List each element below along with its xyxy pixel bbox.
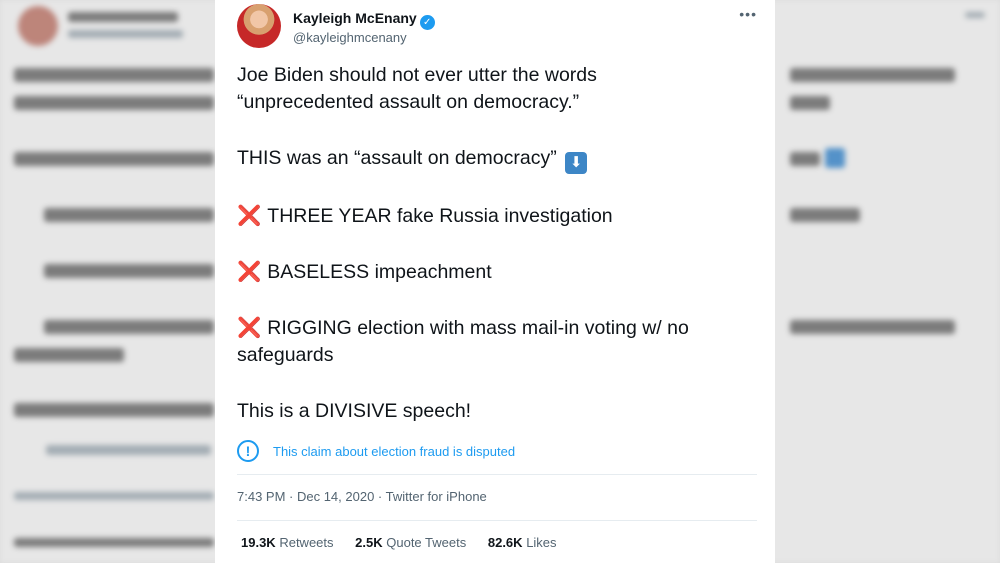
verified-badge-icon: ✓	[419, 15, 435, 30]
cross-mark-emoji-icon: ❌	[237, 205, 262, 227]
disputed-notice[interactable]: ! This claim about election fraud is dis…	[237, 438, 515, 464]
tweet-line: ❌ RIGGING election with mass mail-in voti…	[237, 315, 757, 342]
tweet-stats: 19.3K Retweets 2.5K Quote Tweets 82.6K L…	[241, 535, 575, 550]
background-text	[68, 30, 183, 38]
background-text	[790, 320, 955, 334]
background-text	[790, 68, 955, 82]
background-text	[46, 445, 211, 455]
quotes-count: 2.5K	[355, 535, 383, 550]
tweet-line: Joe Biden should not ever utter the word…	[237, 64, 597, 86]
tweet-line: This is a DIVISIVE speech!	[237, 400, 472, 422]
quote-tweets-stat[interactable]: 2.5K Quote Tweets	[355, 535, 466, 550]
background-text	[14, 403, 214, 417]
background-text	[825, 148, 845, 168]
background-text	[14, 538, 214, 547]
tweet-line: THIS was an “assault on democracy” ⬇	[237, 145, 757, 174]
likes-stat[interactable]: 82.6K Likes	[488, 535, 557, 550]
background-text	[14, 492, 214, 500]
background-text	[14, 68, 214, 82]
avatar[interactable]	[237, 4, 281, 48]
background-text	[965, 12, 985, 18]
tweet-line: ❌ THREE YEAR fake Russia investigation	[237, 203, 757, 230]
cross-mark-emoji-icon: ❌	[237, 317, 262, 339]
background-text	[790, 208, 860, 222]
quotes-label: Quote Tweets	[386, 535, 467, 550]
background-text	[14, 348, 124, 362]
disputed-link[interactable]: This claim about election fraud is dispu…	[273, 444, 515, 459]
tweet-text: Joe Biden should not ever utter the word…	[237, 62, 757, 425]
tweet-line-text: THREE YEAR fake Russia investigation	[267, 205, 613, 227]
tweet-line: “unprecedented assault on democracy.”	[237, 91, 580, 113]
background-text	[44, 208, 214, 222]
likes-label: Likes	[526, 535, 557, 550]
tweet-line: safeguards	[237, 344, 334, 366]
divider	[237, 474, 757, 475]
info-circle-icon: !	[237, 440, 259, 462]
background-text	[790, 152, 820, 166]
tweet-header: Kayleigh McEnany ✓ @kayleighmcenany •••	[237, 4, 757, 52]
tweet-line-text: RIGGING election with mass mail-in votin…	[267, 317, 689, 339]
tweet-line: ❌ BASELESS impeachment	[237, 259, 757, 286]
background-text	[44, 264, 214, 278]
likes-count: 82.6K	[487, 535, 523, 550]
down-arrow-emoji-icon: ⬇	[565, 152, 588, 174]
background-text	[14, 152, 214, 166]
divider	[237, 520, 757, 521]
background-avatar	[18, 6, 58, 46]
author-handle[interactable]: @kayleighmcenany	[293, 30, 407, 45]
background-text	[14, 96, 214, 110]
author-name[interactable]: Kayleigh McEnany ✓	[293, 10, 435, 30]
author-name-text[interactable]: Kayleigh McEnany	[293, 10, 417, 26]
background-text	[790, 96, 830, 110]
tweet-line-text: THIS was an “assault on democracy”	[237, 147, 557, 169]
retweets-stat[interactable]: 19.3K Retweets	[241, 535, 334, 550]
retweets-label: Retweets	[279, 535, 334, 550]
background-text	[44, 320, 214, 334]
tweet-line-text: BASELESS impeachment	[267, 261, 492, 283]
cross-mark-emoji-icon: ❌	[237, 261, 262, 283]
tweet-meta[interactable]: 7:43 PM · Dec 14, 2020 · Twitter for iPh…	[237, 489, 487, 504]
background-text	[68, 12, 178, 22]
tweet-card: Kayleigh McEnany ✓ @kayleighmcenany ••• J…	[215, 0, 775, 563]
more-options-icon[interactable]: •••	[739, 6, 757, 22]
retweets-count: 19.3K	[241, 535, 276, 550]
